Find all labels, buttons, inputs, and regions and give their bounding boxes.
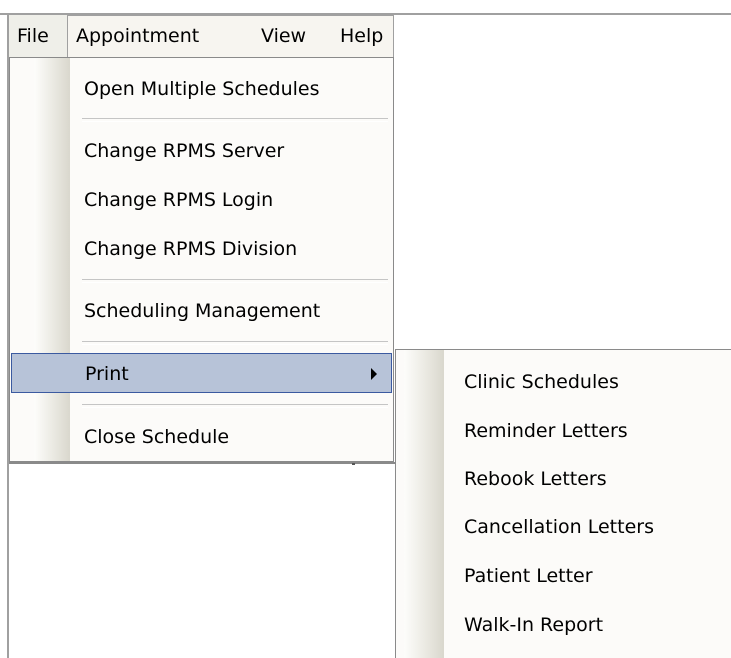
window-content-border bbox=[9, 462, 395, 464]
print-submenu: Clinic Schedules Reminder Letters Rebook… bbox=[395, 349, 731, 658]
menu-item-label: Change RPMS Division bbox=[84, 238, 298, 260]
submenu-item-patient-letter[interactable]: Patient Letter bbox=[396, 557, 731, 595]
submenu-arrow-icon bbox=[371, 368, 377, 380]
menu-item-close-schedule[interactable]: Close Schedule bbox=[10, 418, 393, 456]
menu-item-label: Scheduling Management bbox=[84, 300, 321, 322]
submenu-item-rebook-letters[interactable]: Rebook Letters bbox=[396, 460, 731, 498]
menu-appointment[interactable]: Appointment bbox=[76, 15, 199, 57]
menu-item-label: Change RPMS Server bbox=[84, 140, 285, 162]
border-mark bbox=[352, 463, 355, 465]
submenu-item-label: Clinic Schedules bbox=[464, 371, 619, 393]
submenu-item-label: Walk-In Report bbox=[464, 614, 604, 636]
menu-bar-empty bbox=[394, 15, 731, 57]
menu-item-label: Open Multiple Schedules bbox=[84, 78, 320, 100]
menu-file-label: File bbox=[17, 25, 49, 47]
menu-item-change-rpms-server[interactable]: Change RPMS Server bbox=[10, 132, 393, 170]
menu-item-open-multiple-schedules[interactable]: Open Multiple Schedules bbox=[10, 70, 393, 108]
menu-separator bbox=[82, 404, 388, 408]
submenu-item-label: Rebook Letters bbox=[464, 468, 607, 490]
submenu-item-label: Patient Letter bbox=[464, 565, 593, 587]
submenu-item-label: Cancellation Letters bbox=[464, 516, 654, 538]
menu-item-label: Change RPMS Login bbox=[84, 189, 274, 211]
submenu-item-clinic-schedules[interactable]: Clinic Schedules bbox=[396, 363, 731, 401]
menu-item-change-rpms-login[interactable]: Change RPMS Login bbox=[10, 181, 393, 219]
menu-separator bbox=[82, 118, 388, 122]
menu-item-change-rpms-division[interactable]: Change RPMS Division bbox=[10, 230, 393, 268]
menu-file[interactable]: File bbox=[9, 15, 67, 57]
menu-item-print[interactable]: Print bbox=[11, 353, 392, 393]
menu-item-label: Close Schedule bbox=[84, 426, 230, 448]
submenu-item-cancellation-letters[interactable]: Cancellation Letters bbox=[396, 508, 731, 546]
menu-separator bbox=[82, 279, 388, 283]
submenu-item-walk-in-report[interactable]: Walk-In Report bbox=[396, 606, 731, 644]
menu-help[interactable]: Help bbox=[340, 15, 383, 57]
menu-view[interactable]: View bbox=[261, 15, 306, 57]
submenu-item-label: Reminder Letters bbox=[464, 420, 628, 442]
submenu-item-reminder-letters[interactable]: Reminder Letters bbox=[396, 412, 731, 450]
file-dropdown-menu: Open Multiple Schedules Change RPMS Serv… bbox=[9, 57, 394, 462]
menu-separator bbox=[82, 341, 388, 345]
menu-item-scheduling-management[interactable]: Scheduling Management bbox=[10, 292, 393, 330]
menu-item-label: Print bbox=[85, 363, 129, 385]
